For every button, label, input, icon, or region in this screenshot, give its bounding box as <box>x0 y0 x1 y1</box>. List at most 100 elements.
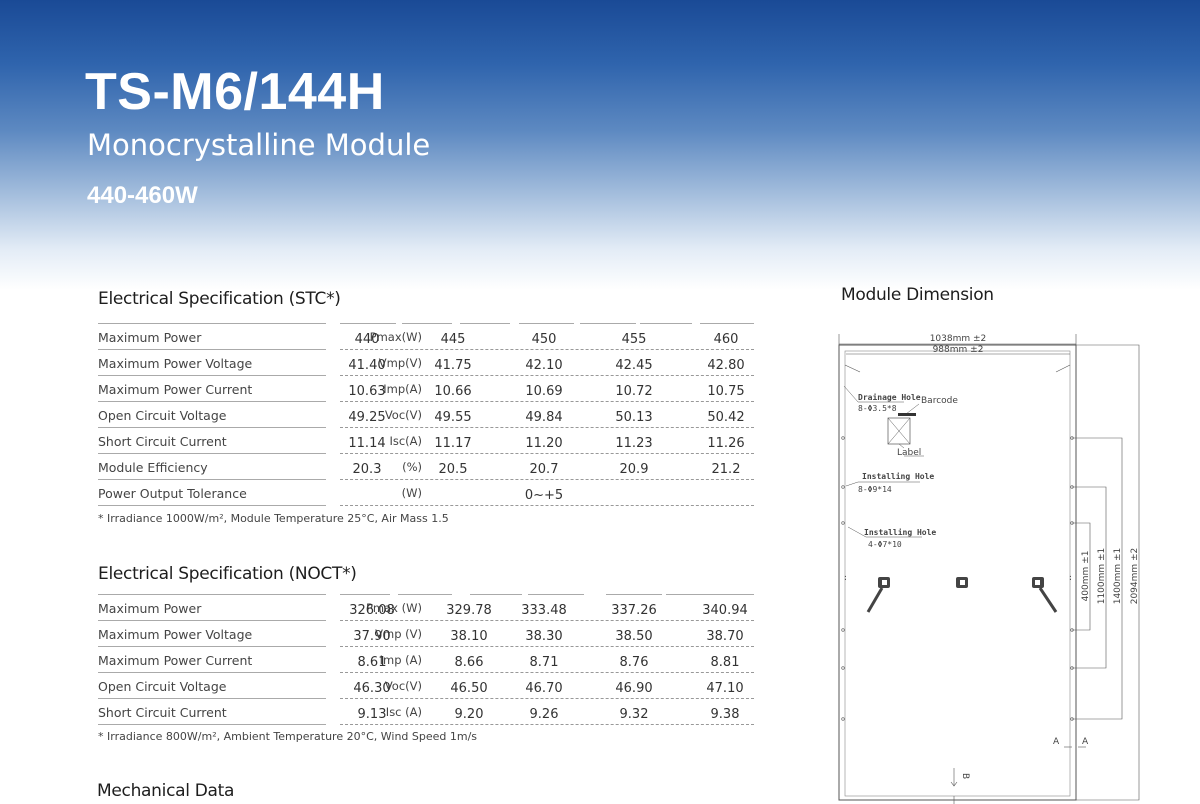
row-label: Maximum Power Current <box>98 382 253 397</box>
row-rule-left <box>98 505 326 506</box>
row-value: 38.10 <box>450 629 488 644</box>
section-a-left: A <box>1053 737 1060 747</box>
row-value: 8.71 <box>529 655 559 670</box>
dim-2094-label: 2094mm ±2 <box>1130 548 1140 605</box>
row-value: 49.25 <box>348 410 386 425</box>
noct-title: Electrical Specification (NOCT*) <box>98 564 357 584</box>
installing-hole-2-label: Installing Hole <box>864 527 936 537</box>
section-a-right: A <box>1082 737 1089 747</box>
row-value: 10.75 <box>707 384 745 399</box>
row-value: 11.26 <box>707 436 745 451</box>
row-value: 42.45 <box>615 358 653 373</box>
row-value: 21.2 <box>711 462 741 477</box>
row-value: 38.50 <box>615 629 653 644</box>
width-inner-label: 988mm ±2 <box>933 345 984 355</box>
table-row: Maximum Power Current Imp (A) 8.61 8.66 8.71… <box>98 647 754 673</box>
row-label: Open Circuit Voltage <box>98 408 227 423</box>
table-row: Module Efficiency (%) 20.3 20.5 20.7 20.9 21.2 <box>98 454 754 480</box>
row-value: 11.17 <box>434 436 472 451</box>
hero-banner: TS-M6/144H Monocrystalline Module 440-46… <box>0 0 1200 290</box>
row-value: 10.63 <box>348 384 386 399</box>
dim-400-label: 400mm ±1 <box>1081 551 1091 602</box>
table-row: Maximum Power Pmax (W) 326.08 329.78 333.48 3… <box>98 595 754 621</box>
row-value: 0~+5 <box>524 488 564 503</box>
row-rule-left <box>98 724 326 725</box>
model-title: TS-M6/144H <box>85 63 385 121</box>
row-value: 9.32 <box>619 707 649 722</box>
row-value: 9.38 <box>710 707 740 722</box>
row-value: 10.66 <box>434 384 472 399</box>
row-value: 46.90 <box>615 681 653 696</box>
row-value: 37.90 <box>353 629 391 644</box>
row-value: 8.81 <box>710 655 740 670</box>
row-value: 11.14 <box>348 436 386 451</box>
row-label: Maximum Power <box>98 601 202 616</box>
row-value: 10.72 <box>615 384 653 399</box>
row-value: 460 <box>713 332 739 347</box>
row-label: Open Circuit Voltage <box>98 679 227 694</box>
row-value: 340.94 <box>702 603 748 618</box>
section-b-label: B <box>960 773 970 779</box>
row-label: Maximum Power Current <box>98 653 253 668</box>
module-inner-frame <box>844 350 1071 797</box>
row-value: 450 <box>531 332 557 347</box>
row-value: 20.5 <box>438 462 468 477</box>
row-rule-right <box>340 724 754 725</box>
row-value: 11.20 <box>525 436 563 451</box>
row-value: 329.78 <box>446 603 492 618</box>
row-value: 9.13 <box>357 707 387 722</box>
module-outer-frame <box>838 344 1077 801</box>
row-label: Maximum Power <box>98 330 202 345</box>
power-range: 440-460W <box>87 182 198 209</box>
row-value: 46.30 <box>353 681 391 696</box>
row-value: 8.66 <box>454 655 484 670</box>
noct-table: Maximum Power Pmax (W) 326.08 329.78 333.48 3… <box>98 594 754 725</box>
row-value: 49.84 <box>525 410 563 425</box>
row-value: 445 <box>440 332 466 347</box>
module-dimension-drawing: 1038mm ±2 988mm ±2 Drainage Hole 8-Φ3.5*… <box>838 334 1140 804</box>
installing-spec-1-label: 8-Φ9*14 <box>858 485 892 494</box>
row-value: 20.9 <box>619 462 649 477</box>
row-value: 42.10 <box>525 358 563 373</box>
row-value: 46.70 <box>525 681 563 696</box>
row-value: 20.7 <box>529 462 559 477</box>
dim-1400-label: 1400mm ±1 <box>1113 548 1123 605</box>
row-unit: (W) <box>401 486 422 500</box>
row-value: 337.26 <box>611 603 657 618</box>
installing-hole-1-label: Installing Hole <box>862 471 934 481</box>
row-label: Short Circuit Current <box>98 434 227 449</box>
stc-title: Electrical Specification (STC*) <box>98 289 341 309</box>
row-value: 11.23 <box>615 436 653 451</box>
row-value: 49.55 <box>434 410 472 425</box>
row-value: 41.40 <box>348 358 386 373</box>
row-value: 8.76 <box>619 655 649 670</box>
noct-note: * Irradiance 800W/m², Ambient Temperatur… <box>98 730 478 743</box>
dimension-title: Module Dimension <box>841 285 994 305</box>
mechanical-title: Mechanical Data <box>97 781 235 801</box>
row-value: 440 <box>354 332 380 347</box>
dim-1100-label: 1100mm ±1 <box>1097 548 1107 605</box>
ground-mark-right: : <box>1068 573 1073 582</box>
label-label: Label <box>897 448 921 458</box>
drainage-hole-label: Drainage Hole <box>858 392 921 402</box>
row-value: 38.70 <box>706 629 744 644</box>
table-row: Power Output Tolerance (W) 0~+5 <box>98 480 754 506</box>
product-subtitle: Monocrystalline Module <box>87 128 431 162</box>
row-value: 8.61 <box>357 655 387 670</box>
table-row: Short Circuit Current Isc(A) 11.14 11.17 11.… <box>98 428 754 454</box>
row-value: 50.42 <box>707 410 745 425</box>
row-rule-right <box>340 505 754 506</box>
row-value: 41.75 <box>434 358 472 373</box>
row-value: 42.80 <box>707 358 745 373</box>
table-row: Maximum Power Voltage Vmp (V) 37.90 38.10 38… <box>98 621 754 647</box>
stc-note: * Irradiance 1000W/m², Module Temperatur… <box>98 512 449 525</box>
row-label: Short Circuit Current <box>98 705 227 720</box>
installing-spec-2-label: 4-Φ7*10 <box>868 540 902 549</box>
table-row: Short Circuit Current Isc (A) 9.13 9.20 9.26… <box>98 699 754 725</box>
drainage-spec-label: 8-Φ3.5*8 <box>858 404 897 413</box>
row-value: 333.48 <box>521 603 567 618</box>
row-value: 38.30 <box>525 629 563 644</box>
table-row: Maximum Power Voltage Vmp(V) 41.40 41.75 42.… <box>98 350 754 376</box>
ground-mark-left: : <box>843 573 848 582</box>
junction-boxes <box>866 577 1058 613</box>
